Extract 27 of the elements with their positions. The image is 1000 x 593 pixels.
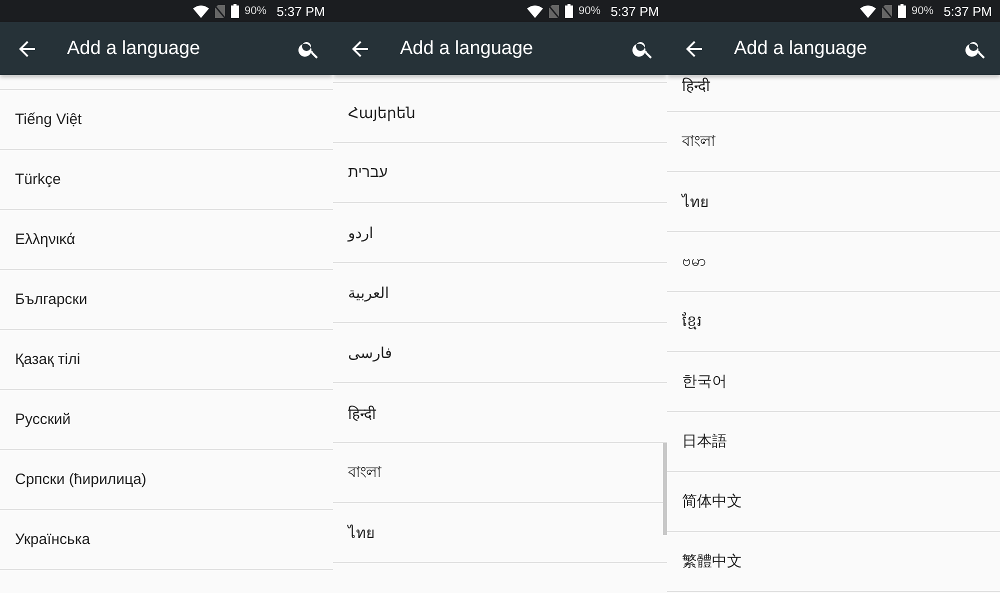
wifi-icon xyxy=(526,4,543,18)
wifi-icon xyxy=(192,4,209,18)
no-sim-icon xyxy=(548,4,559,18)
language-item[interactable]: 简体中文 xyxy=(667,472,1000,532)
battery-icon xyxy=(230,4,239,18)
language-item[interactable]: 繁體中文 xyxy=(667,532,1000,592)
clock: 5:37 PM xyxy=(944,4,992,18)
language-item[interactable]: বাংলা xyxy=(667,112,1000,172)
language-item[interactable]: ไทย xyxy=(667,172,1000,232)
language-item[interactable]: ဗမာ xyxy=(667,232,1000,292)
no-sim-icon xyxy=(214,4,225,18)
language-item[interactable]: हिन्दी xyxy=(667,75,1000,112)
battery-level: 90% xyxy=(244,5,267,17)
battery-level: 90% xyxy=(578,5,601,17)
language-item[interactable]: 日本語 xyxy=(667,412,1000,472)
battery-icon xyxy=(898,4,906,18)
language-item[interactable]: ខ្មែរ xyxy=(667,292,1000,352)
no-sim-icon xyxy=(882,4,892,18)
language-item[interactable]: 한국어 xyxy=(667,352,1000,412)
battery-level: 90% xyxy=(912,5,934,17)
toolbar-title: Add a language xyxy=(400,38,534,60)
wifi-icon xyxy=(860,4,876,18)
battery-icon xyxy=(564,4,573,18)
clock: 5:37 PM xyxy=(610,4,659,18)
clock: 5:37 PM xyxy=(276,4,325,18)
toolbar-title: Add a language xyxy=(734,38,868,60)
toolbar-title: Add a language xyxy=(67,38,202,60)
